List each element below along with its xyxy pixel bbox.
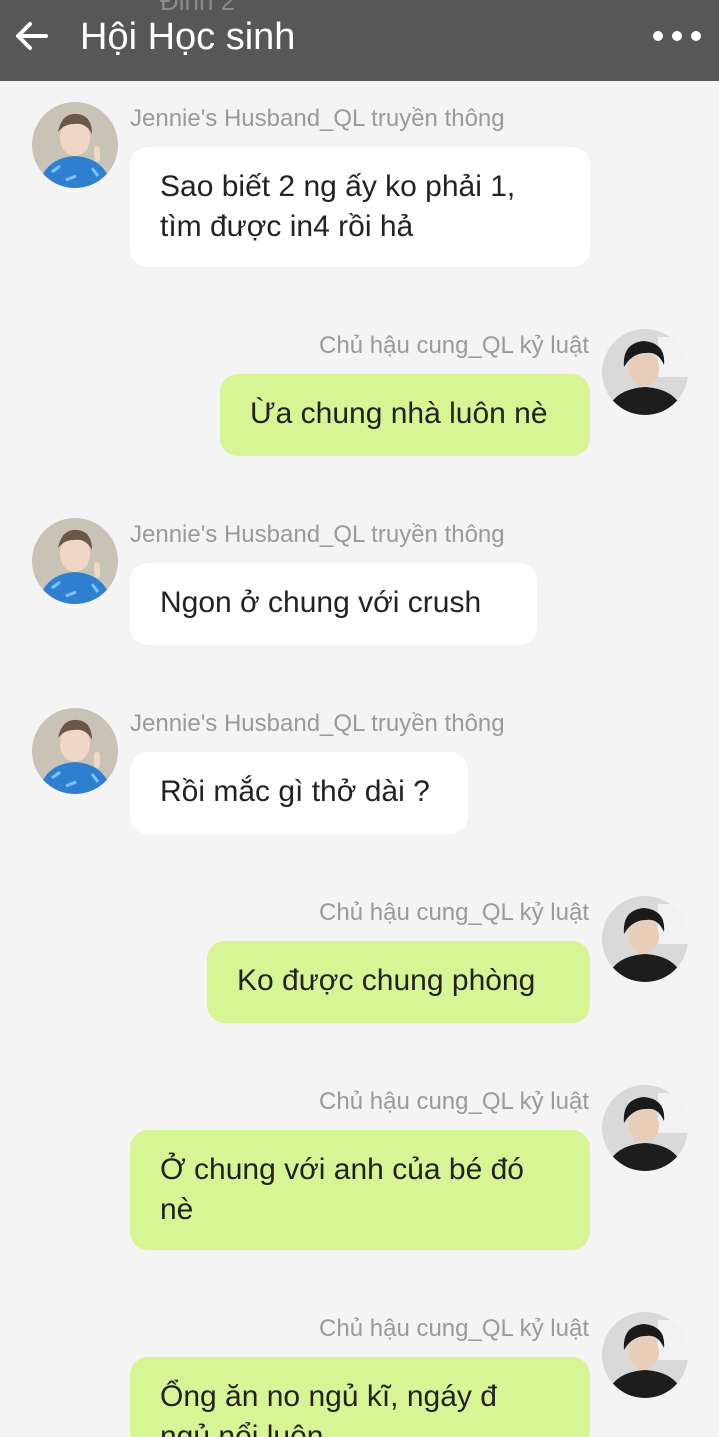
chat-title: Hội Học sinh bbox=[80, 16, 296, 58]
more-horizontal-icon[interactable] bbox=[651, 26, 703, 46]
avatar[interactable] bbox=[602, 1085, 688, 1171]
sender-name: Jennie's Husband_QL truyền thông bbox=[130, 521, 505, 548]
avatar[interactable] bbox=[32, 708, 118, 794]
top-app-bar: Đỉnh 2 Hội Học sinh bbox=[0, 0, 719, 81]
sender-name: Chủ hậu cung_QL kỷ luật bbox=[319, 899, 589, 926]
avatar[interactable] bbox=[602, 1312, 688, 1398]
message-bubble-outgoing[interactable]: Ở chung với anh của bé đó nè bbox=[130, 1130, 590, 1250]
message-bubble-incoming[interactable]: Rồi mắc gì thở dài ? bbox=[130, 752, 468, 834]
avatar[interactable] bbox=[32, 102, 118, 188]
sender-name: Chủ hậu cung_QL kỷ luật bbox=[319, 1088, 589, 1115]
sender-name: Jennie's Husband_QL truyền thông bbox=[130, 105, 505, 132]
message-bubble-outgoing[interactable]: Ừa chung nhà luôn nè bbox=[220, 374, 590, 456]
sender-name: Chủ hậu cung_QL kỷ luật bbox=[319, 1315, 589, 1342]
message-bubble-outgoing[interactable]: Ko được chung phòng bbox=[207, 941, 590, 1023]
message-bubble-incoming[interactable]: Sao biết 2 ng ấy ko phải 1, tìm được in4… bbox=[130, 147, 590, 267]
sender-name: Jennie's Husband_QL truyền thông bbox=[130, 710, 505, 737]
avatar[interactable] bbox=[32, 518, 118, 604]
avatar[interactable] bbox=[602, 896, 688, 982]
message-bubble-outgoing[interactable]: Ổng ăn no ngủ kĩ, ngáy đ ngủ nổi luôn bbox=[130, 1357, 590, 1437]
sender-name: Chủ hậu cung_QL kỷ luật bbox=[319, 332, 589, 359]
previous-title-ghost: Đỉnh 2 bbox=[160, 0, 236, 16]
avatar[interactable] bbox=[602, 329, 688, 415]
arrow-left-icon[interactable] bbox=[12, 16, 52, 56]
message-bubble-incoming[interactable]: Ngon ở chung với crush bbox=[130, 563, 537, 645]
